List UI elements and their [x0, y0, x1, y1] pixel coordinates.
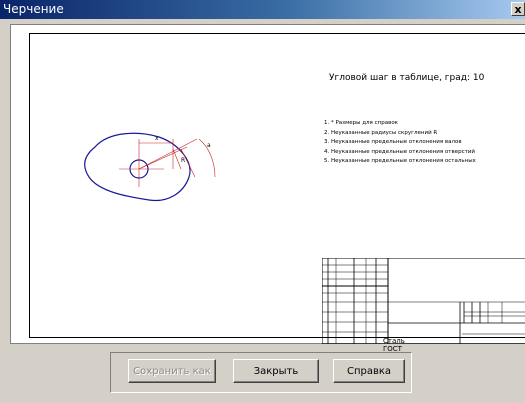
title-block: [322, 258, 525, 344]
drawing-preview: Угловой шаг в таблице, град: 10 1. * Раз…: [10, 24, 525, 353]
note-item: 5. Неуказанные предельные отклонения ост…: [324, 158, 476, 165]
title-bar: Черчение x: [0, 0, 525, 19]
dimension-r-ext: [172, 148, 182, 170]
cam-profile-drawing: x R a: [84, 132, 216, 202]
close-button[interactable]: Закрыть: [233, 359, 319, 383]
window-title: Черчение: [3, 2, 64, 16]
title-block-material: Сталь: [383, 337, 405, 345]
note-item: 2. Неуказанные радиусы скруглений R: [324, 129, 438, 136]
note-item: 1. * Размеры для справок: [324, 120, 399, 126]
angle-ray: [138, 138, 198, 170]
technical-notes: 1. * Размеры для справок 2. Неуказанные …: [324, 119, 476, 167]
dimension-x-label: x: [155, 135, 159, 142]
save-as-button[interactable]: Сохранить как: [128, 359, 216, 383]
note-item: 3. Неуказанные предельные отклонения вал…: [324, 139, 462, 146]
dimension-r-label: R: [181, 157, 185, 164]
note-item: 4. Неуказанные предельные отклонения отв…: [324, 148, 475, 155]
cam-profile-contour: [84, 132, 191, 202]
angle-label: a: [207, 142, 211, 149]
angle-step-note: Угловой шаг в таблице, град: 10: [329, 73, 485, 83]
close-window-button[interactable]: x: [511, 2, 525, 16]
help-button[interactable]: Справка: [333, 359, 405, 383]
